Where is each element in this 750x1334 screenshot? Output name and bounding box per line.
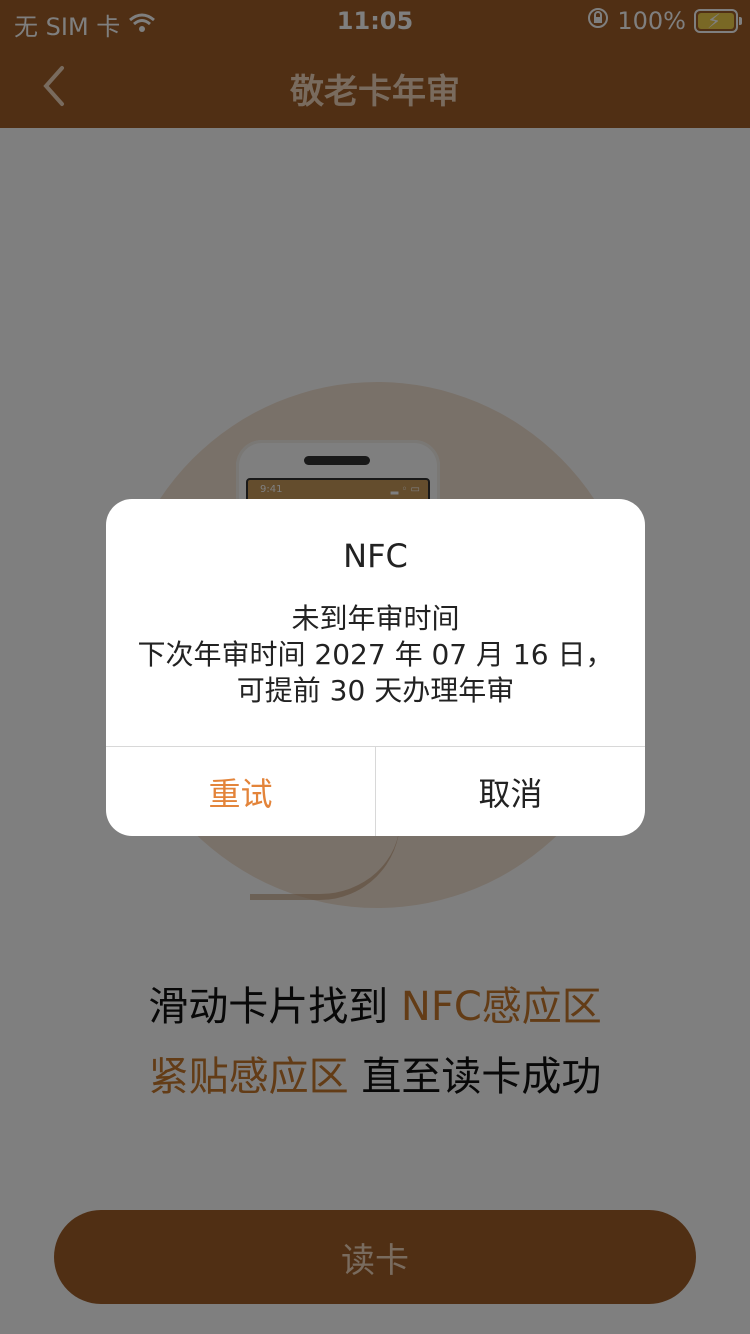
alert-title: NFC [343, 537, 408, 575]
alert-message-line: 下次年审时间 2027 年 07 月 16 日， [137, 638, 614, 671]
alert-message-line: 未到年审时间 [291, 602, 460, 635]
alert-message-line: 可提前 30 天办理年审 [236, 674, 515, 707]
cancel-button[interactable]: 取消 [376, 747, 645, 836]
nfc-alert-dialog: NFC 未到年审时间 下次年审时间 2027 年 07 月 16 日， 可提前 … [106, 499, 645, 836]
retry-button[interactable]: 重试 [106, 747, 375, 836]
alert-message: 未到年审时间 下次年审时间 2027 年 07 月 16 日， 可提前 30 天… [126, 601, 625, 709]
